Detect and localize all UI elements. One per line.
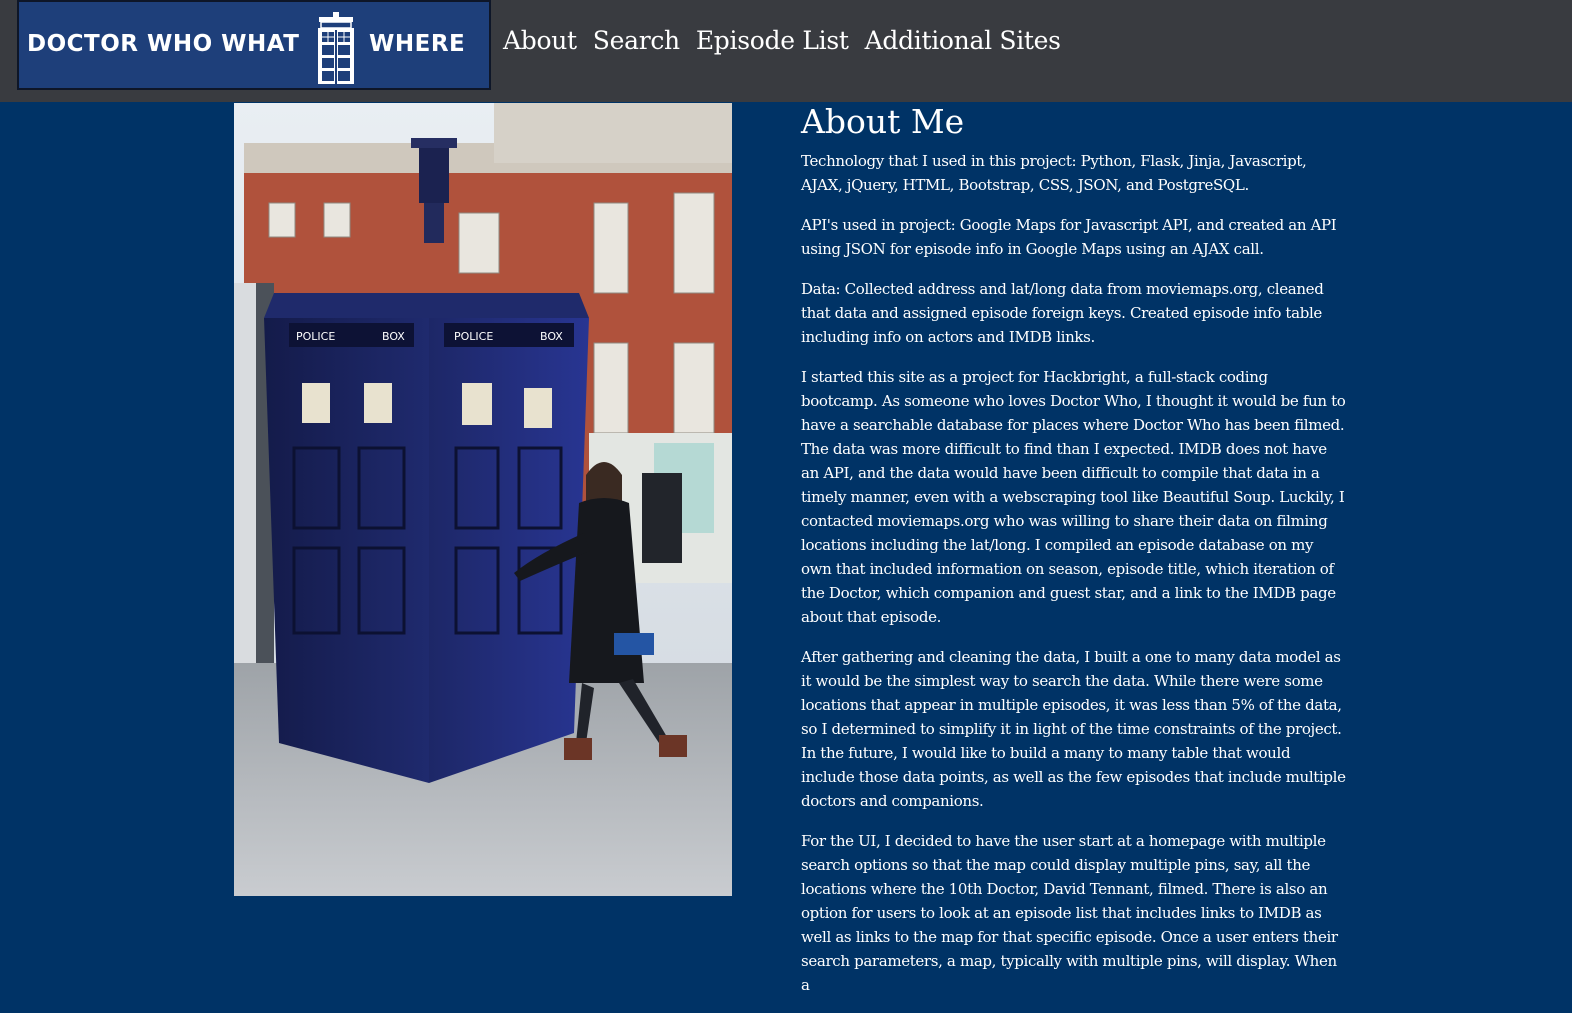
nav-additional-sites-link[interactable]: Additional Sites [865,26,1061,55]
svg-text:POLICE: POLICE [296,330,335,343]
page-title: About Me [801,102,965,141]
nav-search-link[interactable]: Search [593,26,680,55]
paragraph-technology: Technology that I used in this project: … [801,152,1307,194]
svg-text:POLICE: POLICE [454,330,493,343]
svg-text:BOX: BOX [382,330,405,343]
about-content: About Me Technology that I used in this … [801,102,1346,1013]
logo-text-left: DOCTOR WHO WHAT [27,31,300,57]
photo-tardis: POLICE BOX POLICE BOX [234,103,732,896]
nav-about-link[interactable]: About [503,26,577,55]
nav-episode-list-link[interactable]: Episode List [696,26,849,55]
svg-text:BOX: BOX [540,330,563,343]
paragraph-data: Data: Collected address and lat/long dat… [801,280,1324,346]
main-nav: About Search Episode List Additional Sit… [503,26,1061,55]
site-logo[interactable]: DOCTOR WHO WHAT WHERE [17,0,491,90]
logo-text-right: WHERE [369,31,466,57]
paragraph-data-model: After gathering and cleaning the data, I… [801,648,1346,810]
tardis-icon [318,12,354,84]
paragraph-apis: API's used in project: Google Maps for J… [801,216,1337,258]
author-tardis-photo: POLICE BOX POLICE BOX [234,103,732,896]
top-navbar: DOCTOR WHO WHAT WHERE About Search Episo… [0,0,1572,102]
paragraph-origin: I started this site as a project for Hac… [801,368,1346,626]
paragraph-ui: For the UI, I decided to have the user s… [801,832,1338,994]
